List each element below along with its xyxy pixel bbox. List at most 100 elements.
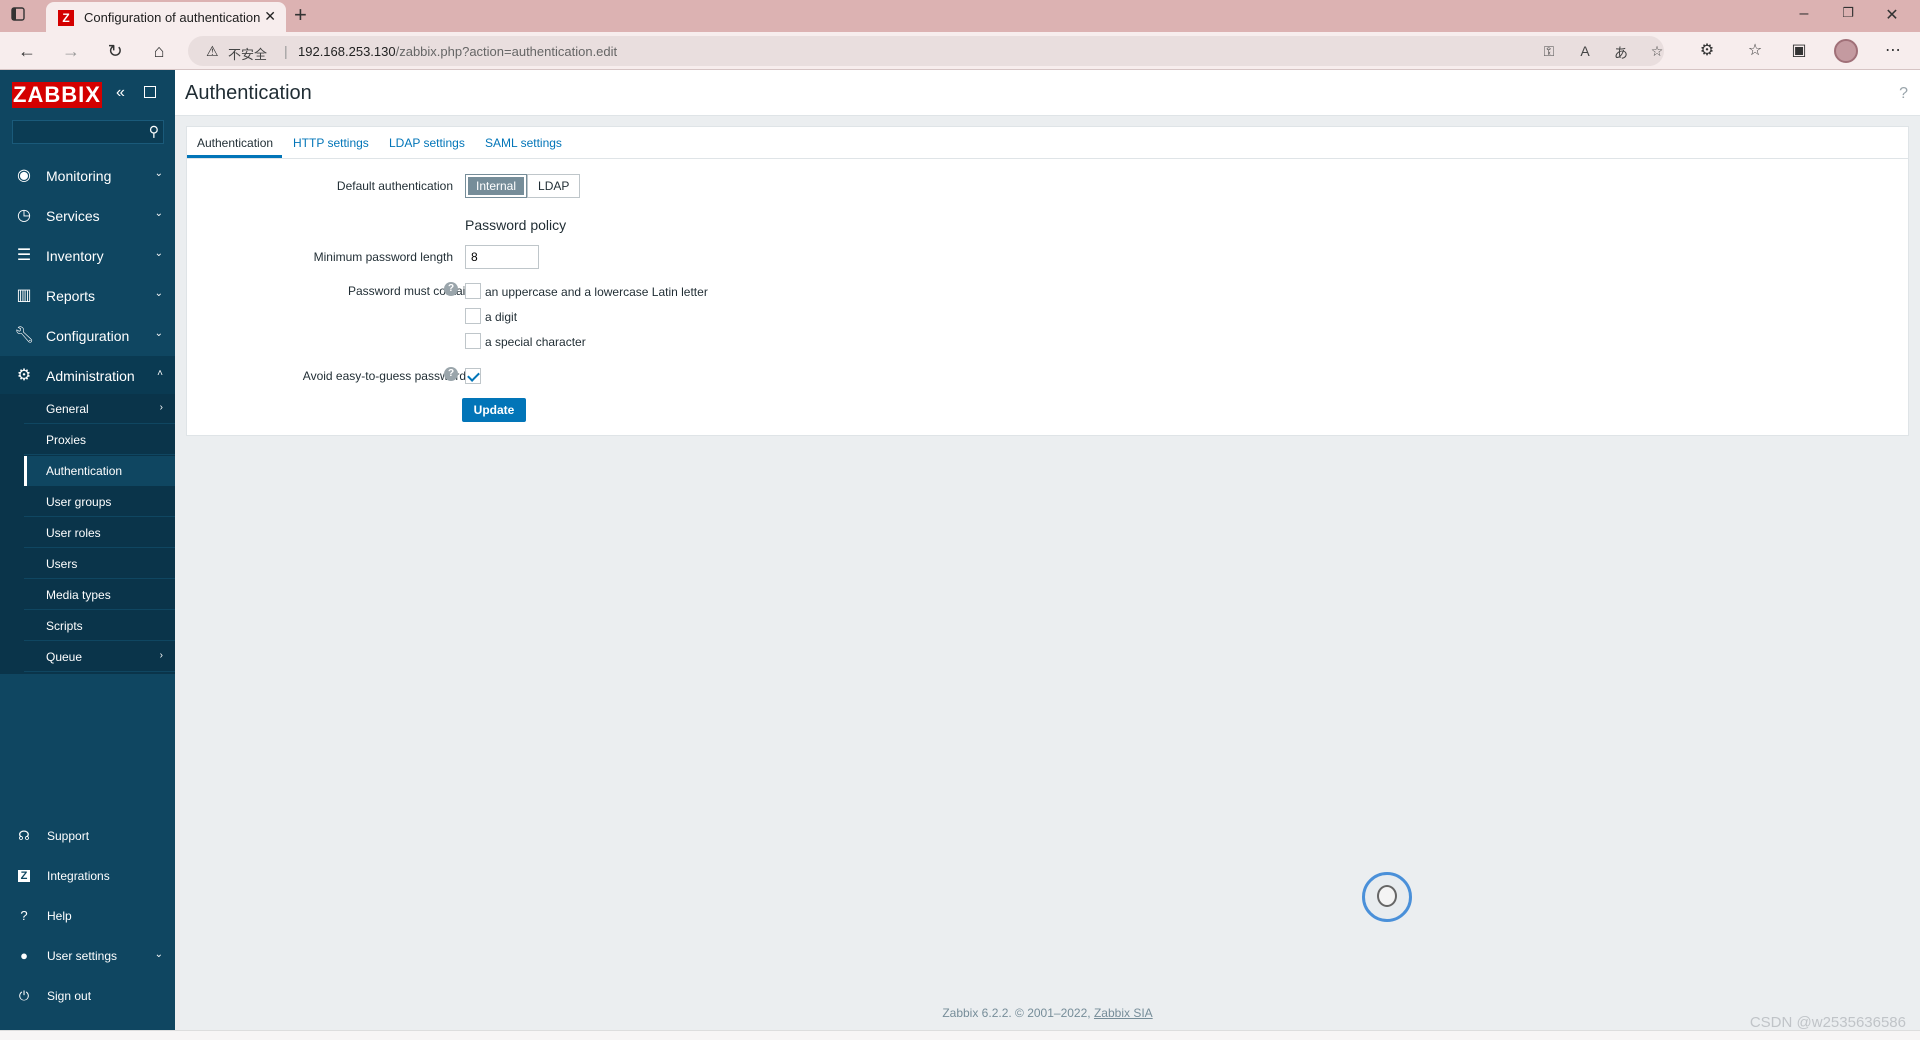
menu-user-settings[interactable]: ● User settings ⌄: [0, 938, 175, 974]
checkbox-digit[interactable]: [465, 308, 481, 324]
tab-http-settings[interactable]: HTTP settings: [293, 136, 369, 150]
submenu-label: User roles: [46, 526, 101, 540]
submenu-users[interactable]: Users: [24, 549, 175, 579]
close-tab-icon[interactable]: ✕: [264, 8, 276, 25]
new-tab-icon[interactable]: +: [294, 4, 307, 26]
menu-sign-out[interactable]: ⏻ Sign out: [0, 978, 175, 1014]
watermark: CSDN @w2535636586: [1749, 1014, 1906, 1031]
menu-support[interactable]: ☊ Support: [0, 818, 175, 854]
window-close-icon[interactable]: ✕: [1882, 5, 1902, 25]
address-bar[interactable]: ⚠ 不安全 | 192.168.253.130/zabbix.php?actio…: [188, 36, 1664, 66]
extensions-icon[interactable]: ⚙: [1696, 40, 1718, 62]
menu-administration[interactable]: ⚙ Administration ˄: [0, 356, 175, 396]
chevron-down-icon: ⌄: [154, 288, 163, 299]
submenu-scripts[interactable]: Scripts: [24, 611, 175, 641]
favorites-icon[interactable]: ☆: [1744, 40, 1766, 62]
submenu-authentication[interactable]: Authentication: [24, 456, 175, 486]
menu-configuration[interactable]: 🔧︎ Configuration ⌄: [0, 316, 175, 356]
search-input[interactable]: ⚲: [12, 120, 164, 144]
taskbar-edge: [0, 1030, 1920, 1040]
footer: Zabbix 6.2.2. © 2001–2022, Zabbix SIA: [175, 1006, 1920, 1020]
url-text: 192.168.253.130/zabbix.php?action=authen…: [298, 44, 617, 59]
more-icon[interactable]: ⋯: [1882, 40, 1904, 62]
menu-help[interactable]: ? Help: [0, 898, 175, 934]
collapse-sidebar-icon[interactable]: «: [116, 84, 125, 102]
user-icon: ●: [20, 948, 28, 963]
home-icon[interactable]: ⌂: [148, 40, 170, 62]
menu-reports[interactable]: ▥ Reports ⌄: [0, 276, 175, 316]
password-policy-title: Password policy: [465, 217, 567, 233]
tab-authentication[interactable]: Authentication: [197, 136, 273, 150]
browser-tabstrip: Z Configuration of authentication ✕ + – …: [0, 0, 1920, 32]
forward-icon[interactable]: →: [60, 40, 82, 62]
menu-integrations[interactable]: Z Integrations: [0, 858, 175, 894]
menu-label: Reports: [46, 288, 96, 304]
default-auth-internal[interactable]: Internal: [465, 174, 528, 198]
checkbox-special-character[interactable]: [465, 333, 481, 349]
submenu-label: Scripts: [46, 619, 83, 633]
tab-bar: Authentication HTTP settings LDAP settin…: [187, 127, 1908, 159]
authentication-form-panel: Authentication HTTP settings LDAP settin…: [186, 126, 1909, 436]
menu-label: Configuration: [46, 328, 130, 344]
footer-link[interactable]: Zabbix SIA: [1094, 1006, 1153, 1020]
menu-inventory[interactable]: ☰ Inventory ⌄: [0, 236, 175, 276]
submenu-general[interactable]: General ›: [24, 394, 175, 424]
clock-icon: ◷: [17, 207, 31, 224]
tab-ldap-settings[interactable]: LDAP settings: [389, 136, 465, 150]
read-aloud-icon[interactable]: A: [1576, 43, 1594, 59]
checkbox-uppercase-lowercase[interactable]: [465, 283, 481, 299]
wrench-icon: 🔧︎: [14, 327, 35, 344]
must-contain-help-icon[interactable]: ?: [444, 282, 458, 296]
menu-label: Monitoring: [46, 168, 112, 184]
minimize-icon[interactable]: –: [1794, 5, 1814, 23]
profile-avatar[interactable]: [1834, 39, 1858, 63]
menu-monitoring[interactable]: ◉ Monitoring ⌄: [0, 156, 175, 196]
gear-icon: ⚙: [16, 367, 32, 384]
footer-text: Zabbix 6.2.2. © 2001–2022,: [942, 1006, 1091, 1020]
checkbox-avoid-easy-passwords[interactable]: [465, 368, 481, 384]
favorite-add-icon[interactable]: ☆: [1648, 43, 1666, 60]
default-auth-ldap[interactable]: LDAP: [527, 174, 581, 198]
min-password-length-input[interactable]: [465, 245, 539, 269]
browser-toolbar: ← → ↻ ⌂ ⚠ 不安全 | 192.168.253.130/zabbix.p…: [0, 32, 1920, 70]
page-help-icon[interactable]: ?: [1899, 85, 1908, 103]
page-header: Authentication ?: [175, 70, 1920, 116]
tab-saml-settings[interactable]: SAML settings: [485, 136, 562, 150]
min-length-label: Minimum password length: [313, 250, 453, 264]
chevron-down-icon: ⌄: [154, 949, 163, 960]
submenu-proxies[interactable]: Proxies: [24, 425, 175, 455]
browser-tab-title: Configuration of authentication: [84, 10, 261, 25]
submenu-label: User groups: [46, 495, 112, 509]
search-icon[interactable]: ⚲: [149, 123, 159, 140]
chevron-up-icon: ˄: [157, 368, 163, 379]
kiosk-mode-icon[interactable]: [144, 86, 156, 98]
update-button[interactable]: Update: [462, 398, 526, 422]
back-icon[interactable]: ←: [16, 40, 38, 62]
chevron-right-icon: ›: [159, 402, 163, 413]
submenu-media-types[interactable]: Media types: [24, 580, 175, 610]
submenu-label: Proxies: [46, 433, 87, 447]
checkbox-label: an uppercase and a lowercase Latin lette…: [485, 285, 708, 299]
chevron-right-icon: ›: [159, 650, 163, 661]
url-path: /zabbix.php?action=authentication.edit: [395, 44, 618, 59]
zabbix-logo[interactable]: ZABBIX: [12, 82, 102, 108]
submenu-user-groups[interactable]: User groups: [24, 487, 175, 517]
menu-label: Inventory: [46, 248, 104, 264]
eye-icon: ◉: [17, 167, 31, 184]
power-icon: ⏻: [18, 988, 30, 1003]
restore-icon[interactable]: ❐: [1838, 5, 1858, 21]
menu-services[interactable]: ◷ Services ⌄: [0, 196, 175, 236]
translate-icon[interactable]: あ: [1612, 43, 1630, 63]
submenu-user-roles[interactable]: User roles: [24, 518, 175, 548]
submenu-queue[interactable]: Queue ›: [24, 642, 175, 672]
bar-chart-icon: ▥: [16, 287, 32, 304]
tab-actions-icon[interactable]: [10, 6, 34, 26]
page-title: Authentication: [185, 82, 312, 104]
menu-label: Administration: [46, 368, 135, 384]
avoid-easy-help-icon[interactable]: ?: [444, 367, 458, 381]
reload-icon[interactable]: ↻: [104, 40, 126, 62]
browser-tab[interactable]: Z Configuration of authentication ✕: [46, 2, 286, 32]
collections-icon[interactable]: ▣: [1788, 40, 1810, 62]
floating-assistant-avatar[interactable]: [1362, 872, 1412, 922]
key-icon[interactable]: ⚿: [1540, 43, 1558, 60]
